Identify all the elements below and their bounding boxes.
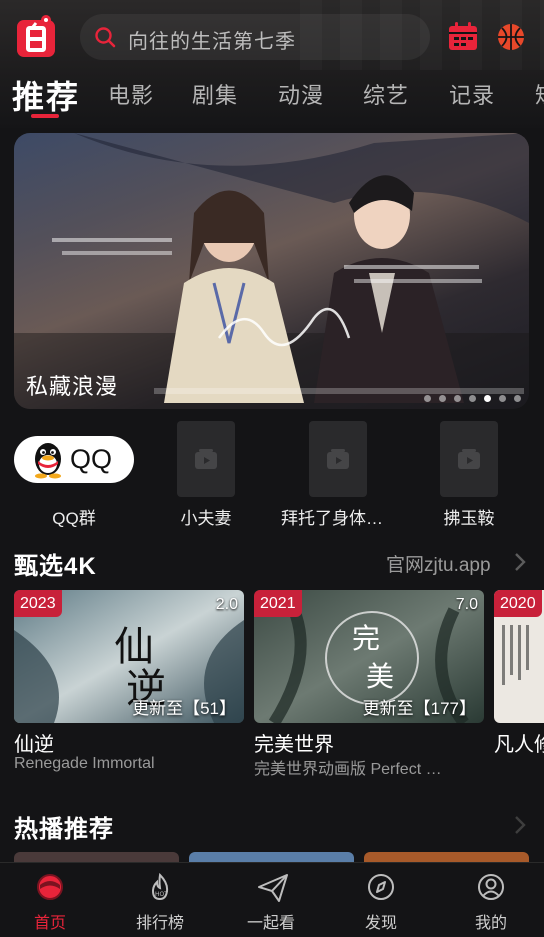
tab-variety[interactable]: 综艺 <box>363 78 409 110</box>
carousel-dot[interactable] <box>424 395 431 402</box>
hot-item-thumb[interactable] <box>364 852 529 862</box>
score: 7.0 <box>455 596 478 613</box>
chevron-right-icon[interactable] <box>514 552 526 572</box>
tab-series[interactable]: 剧集 <box>192 78 238 110</box>
movie-card[interactable]: 2020 <box>494 590 544 723</box>
tab-anime[interactable]: 动漫 <box>278 78 324 110</box>
bottom-navigation: 首页 HOT 排行榜 一起看 发现 我的 <box>0 862 544 937</box>
quick-link-label[interactable]: 小夫妻 <box>150 504 262 529</box>
banner-title: 私藏浪漫 <box>26 374 119 399</box>
nav-label: 发现 <box>364 915 397 932</box>
banner-poster-image <box>14 133 529 409</box>
year-badge: 2021 <box>254 590 302 617</box>
carousel-dot[interactable] <box>469 395 476 402</box>
section-link[interactable]: 官网zjtu.app <box>386 550 491 577</box>
tab-short[interactable]: 短 <box>535 78 544 110</box>
tab-movies[interactable]: 电影 <box>108 78 154 110</box>
carousel-dots <box>424 395 521 402</box>
movie-card[interactable]: 仙 逆 2023 2.0 更新至【51】 <box>14 590 244 723</box>
app-logo-icon[interactable] <box>16 14 56 58</box>
carousel-dot-active[interactable] <box>484 395 491 402</box>
movie-title[interactable]: 仙逆 <box>14 728 54 757</box>
qq-badge-text: QQ <box>70 444 113 474</box>
hero-banner[interactable]: 私藏浪漫 <box>14 133 529 409</box>
section-title: 热播推荐 <box>14 816 114 843</box>
flame-icon: HOT <box>151 873 168 901</box>
qq-penguin-icon <box>35 443 61 479</box>
top-header: 向往的生活第七季 推荐 电影 剧集 动漫 综艺 记录 短 <box>0 0 544 128</box>
category-tabs: 推荐 电影 剧集 动漫 综艺 记录 短 <box>0 70 544 120</box>
episode-update: 更新至【51】 <box>132 699 236 718</box>
svg-text:HOT: HOT <box>155 891 168 898</box>
svg-text:美: 美 <box>366 660 394 693</box>
movie-title[interactable]: 完美世界 <box>254 728 334 757</box>
episode-update: 更新至【177】 <box>362 699 476 718</box>
movie-card[interactable]: 完 美 2021 7.0 更新至【177】 <box>254 590 484 723</box>
paper-plane-icon <box>258 874 288 902</box>
year-badge: 2020 <box>494 590 542 617</box>
user-icon <box>478 874 504 900</box>
tab-recommend[interactable]: 推荐 <box>12 72 80 118</box>
search-placeholder: 向往的生活第七季 <box>128 31 296 53</box>
carousel-dot[interactable] <box>514 395 521 402</box>
video-placeholder-icon <box>458 449 480 469</box>
movie-subtitle: Renegade Immortal <box>14 755 155 772</box>
qq-group-badge[interactable]: QQ <box>14 436 134 483</box>
carousel-dot[interactable] <box>499 395 506 402</box>
compass-icon <box>368 874 394 900</box>
quick-link-label[interactable]: 拜托了身体… <box>272 504 392 529</box>
nav-mine[interactable]: 我的 <box>437 863 544 937</box>
section-title: 甄选4K <box>14 553 97 580</box>
nav-label: 我的 <box>474 915 507 932</box>
home-icon <box>37 874 63 900</box>
nav-watch-together[interactable]: 一起看 <box>217 863 325 937</box>
nav-discover[interactable]: 发现 <box>327 863 435 937</box>
nav-label: 首页 <box>33 915 66 932</box>
tab-documentary[interactable]: 记录 <box>449 78 495 110</box>
year-badge: 2023 <box>14 590 62 617</box>
movie-subtitle: 完美世界动画版 Perfect … <box>254 761 442 778</box>
nav-ranking[interactable]: HOT 排行榜 <box>106 863 214 937</box>
svg-text:完: 完 <box>352 622 380 655</box>
hot-item-thumb[interactable] <box>189 852 354 862</box>
score: 2.0 <box>215 596 238 613</box>
chevron-right-icon[interactable] <box>514 815 526 835</box>
nav-label: 一起看 <box>246 915 295 932</box>
video-placeholder-icon <box>195 449 217 469</box>
quick-link-label[interactable]: QQ群 <box>14 504 134 529</box>
quick-link-thumb[interactable] <box>440 421 498 497</box>
basketball-icon[interactable] <box>496 22 526 52</box>
quick-link-thumb[interactable] <box>177 421 235 497</box>
carousel-dot[interactable] <box>439 395 446 402</box>
nav-home[interactable]: 首页 <box>0 863 104 937</box>
active-tab-indicator <box>31 114 59 118</box>
search-icon <box>95 27 116 48</box>
movie-title[interactable]: 凡人修 <box>494 728 544 757</box>
svg-text:仙: 仙 <box>114 624 154 670</box>
nav-label: 排行榜 <box>135 915 184 932</box>
quick-link-thumb[interactable] <box>309 421 367 497</box>
carousel-dot[interactable] <box>454 395 461 402</box>
hot-item-thumb[interactable] <box>14 852 179 862</box>
video-placeholder-icon <box>327 449 349 469</box>
calendar-icon[interactable] <box>447 20 479 52</box>
quick-link-label[interactable]: 拂玉鞍 <box>413 504 525 529</box>
search-bar[interactable]: 向往的生活第七季 <box>80 14 430 60</box>
